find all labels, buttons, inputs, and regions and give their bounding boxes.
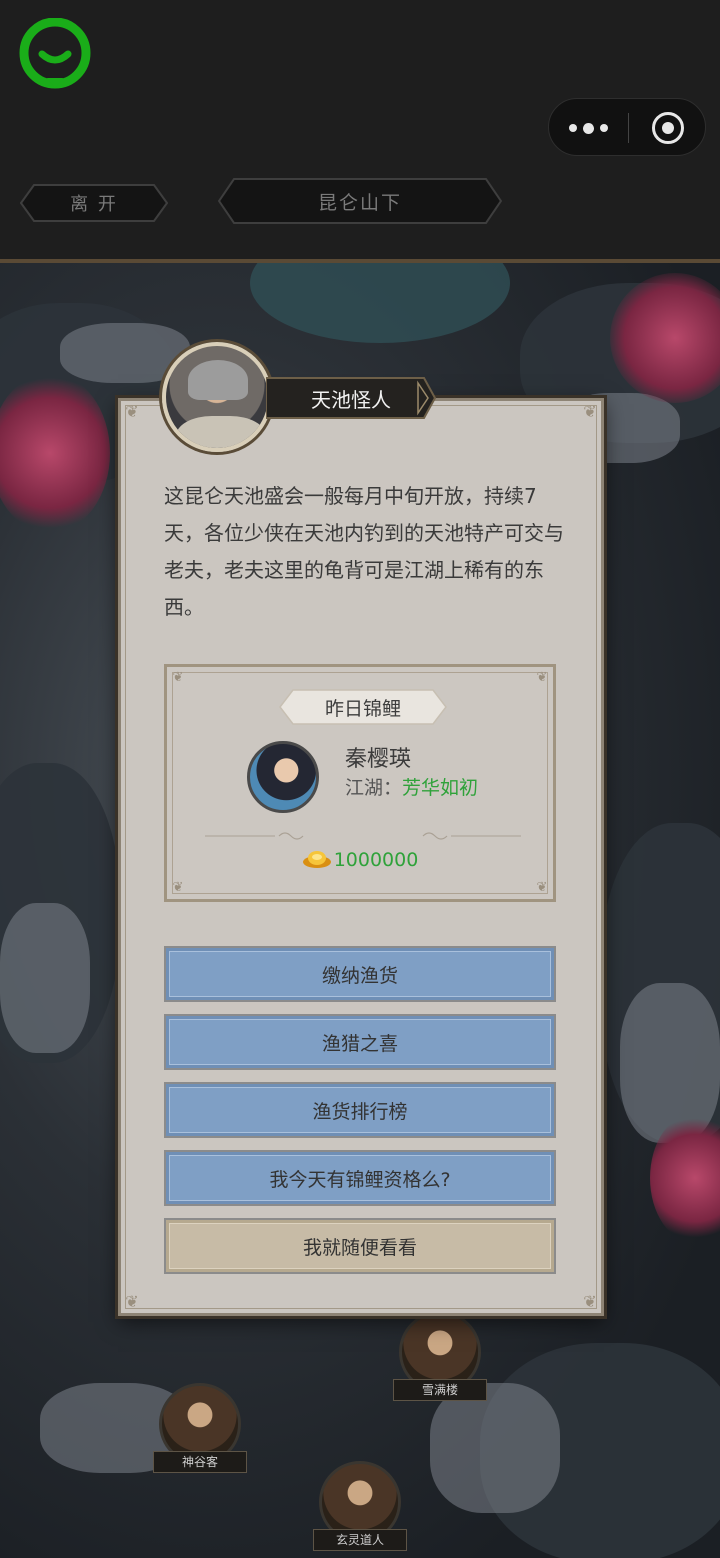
carp-reward: 1000000 bbox=[167, 849, 553, 871]
location-banner: 昆仑山下 bbox=[218, 178, 502, 224]
npc-name-label: 神谷客 bbox=[153, 1451, 247, 1473]
leave-label: 离 开 bbox=[70, 194, 118, 215]
corner-ornament-icon: ❦ bbox=[125, 402, 139, 421]
npc-name-plate: 天池怪人 bbox=[266, 377, 436, 419]
leave-button[interactable]: 离 开 bbox=[20, 184, 168, 222]
location-label: 昆仑山下 bbox=[317, 191, 402, 214]
carp-title-banner: 昨日锦鲤 bbox=[279, 689, 447, 725]
npc-xuemanlou[interactable]: 雪满楼 bbox=[393, 1311, 487, 1401]
corner-ornament-icon: ❦ bbox=[583, 1292, 597, 1311]
mini-program-capsule bbox=[548, 98, 706, 156]
yesterday-carp-panel: ❦ ❦ ❦ ❦ 昨日锦鲤 秦樱瑛 江湖：芳华如初 1000000 bbox=[164, 664, 556, 902]
app-logo-icon bbox=[19, 18, 91, 89]
winner-jianghu: 江湖：芳华如初 bbox=[345, 773, 478, 800]
submit-catch-button[interactable]: 缴纳渔货 bbox=[164, 946, 556, 1002]
tianchi-lake bbox=[250, 263, 510, 343]
gold-ingot-icon bbox=[302, 851, 331, 868]
carp-title: 昨日锦鲤 bbox=[324, 697, 401, 720]
jianghu-label: 江湖： bbox=[345, 777, 403, 799]
more-icon[interactable] bbox=[549, 99, 627, 157]
npc-name-label: 雪满楼 bbox=[393, 1379, 487, 1401]
corner-ornament-icon: ❦ bbox=[583, 402, 597, 421]
ornamental-divider-icon bbox=[205, 832, 521, 840]
catch-ranking-button[interactable]: 渔货排行榜 bbox=[164, 1082, 556, 1138]
close-program-icon[interactable] bbox=[652, 112, 684, 144]
npc-name: 天池怪人 bbox=[311, 387, 391, 412]
carp-eligibility-button[interactable]: 我今天有锦鲤资格么? bbox=[164, 1150, 556, 1206]
corner-ornament-icon: ❦ bbox=[125, 1292, 139, 1311]
npc-name-label: 玄灵道人 bbox=[313, 1529, 407, 1551]
npc-shenguke[interactable]: 神谷客 bbox=[153, 1383, 247, 1473]
top-bar: 离 开 昆仑山下 bbox=[0, 0, 720, 262]
npc-speech: 这昆仑天池盛会一般每月中旬开放，持续7天，各位少侠在天池内钓到的天池特产可交与老… bbox=[164, 484, 564, 619]
npc-xuanlingdaoren[interactable]: 玄灵道人 bbox=[313, 1461, 407, 1551]
npc-portrait bbox=[162, 342, 272, 452]
winner-name: 秦樱瑛 bbox=[345, 747, 412, 772]
reward-amount: 1000000 bbox=[333, 849, 419, 871]
winner-avatar bbox=[247, 741, 319, 813]
just-browsing-button[interactable]: 我就随便看看 bbox=[164, 1218, 556, 1274]
fishing-joy-button[interactable]: 渔猎之喜 bbox=[164, 1014, 556, 1070]
jianghu-value: 芳华如初 bbox=[402, 777, 479, 799]
